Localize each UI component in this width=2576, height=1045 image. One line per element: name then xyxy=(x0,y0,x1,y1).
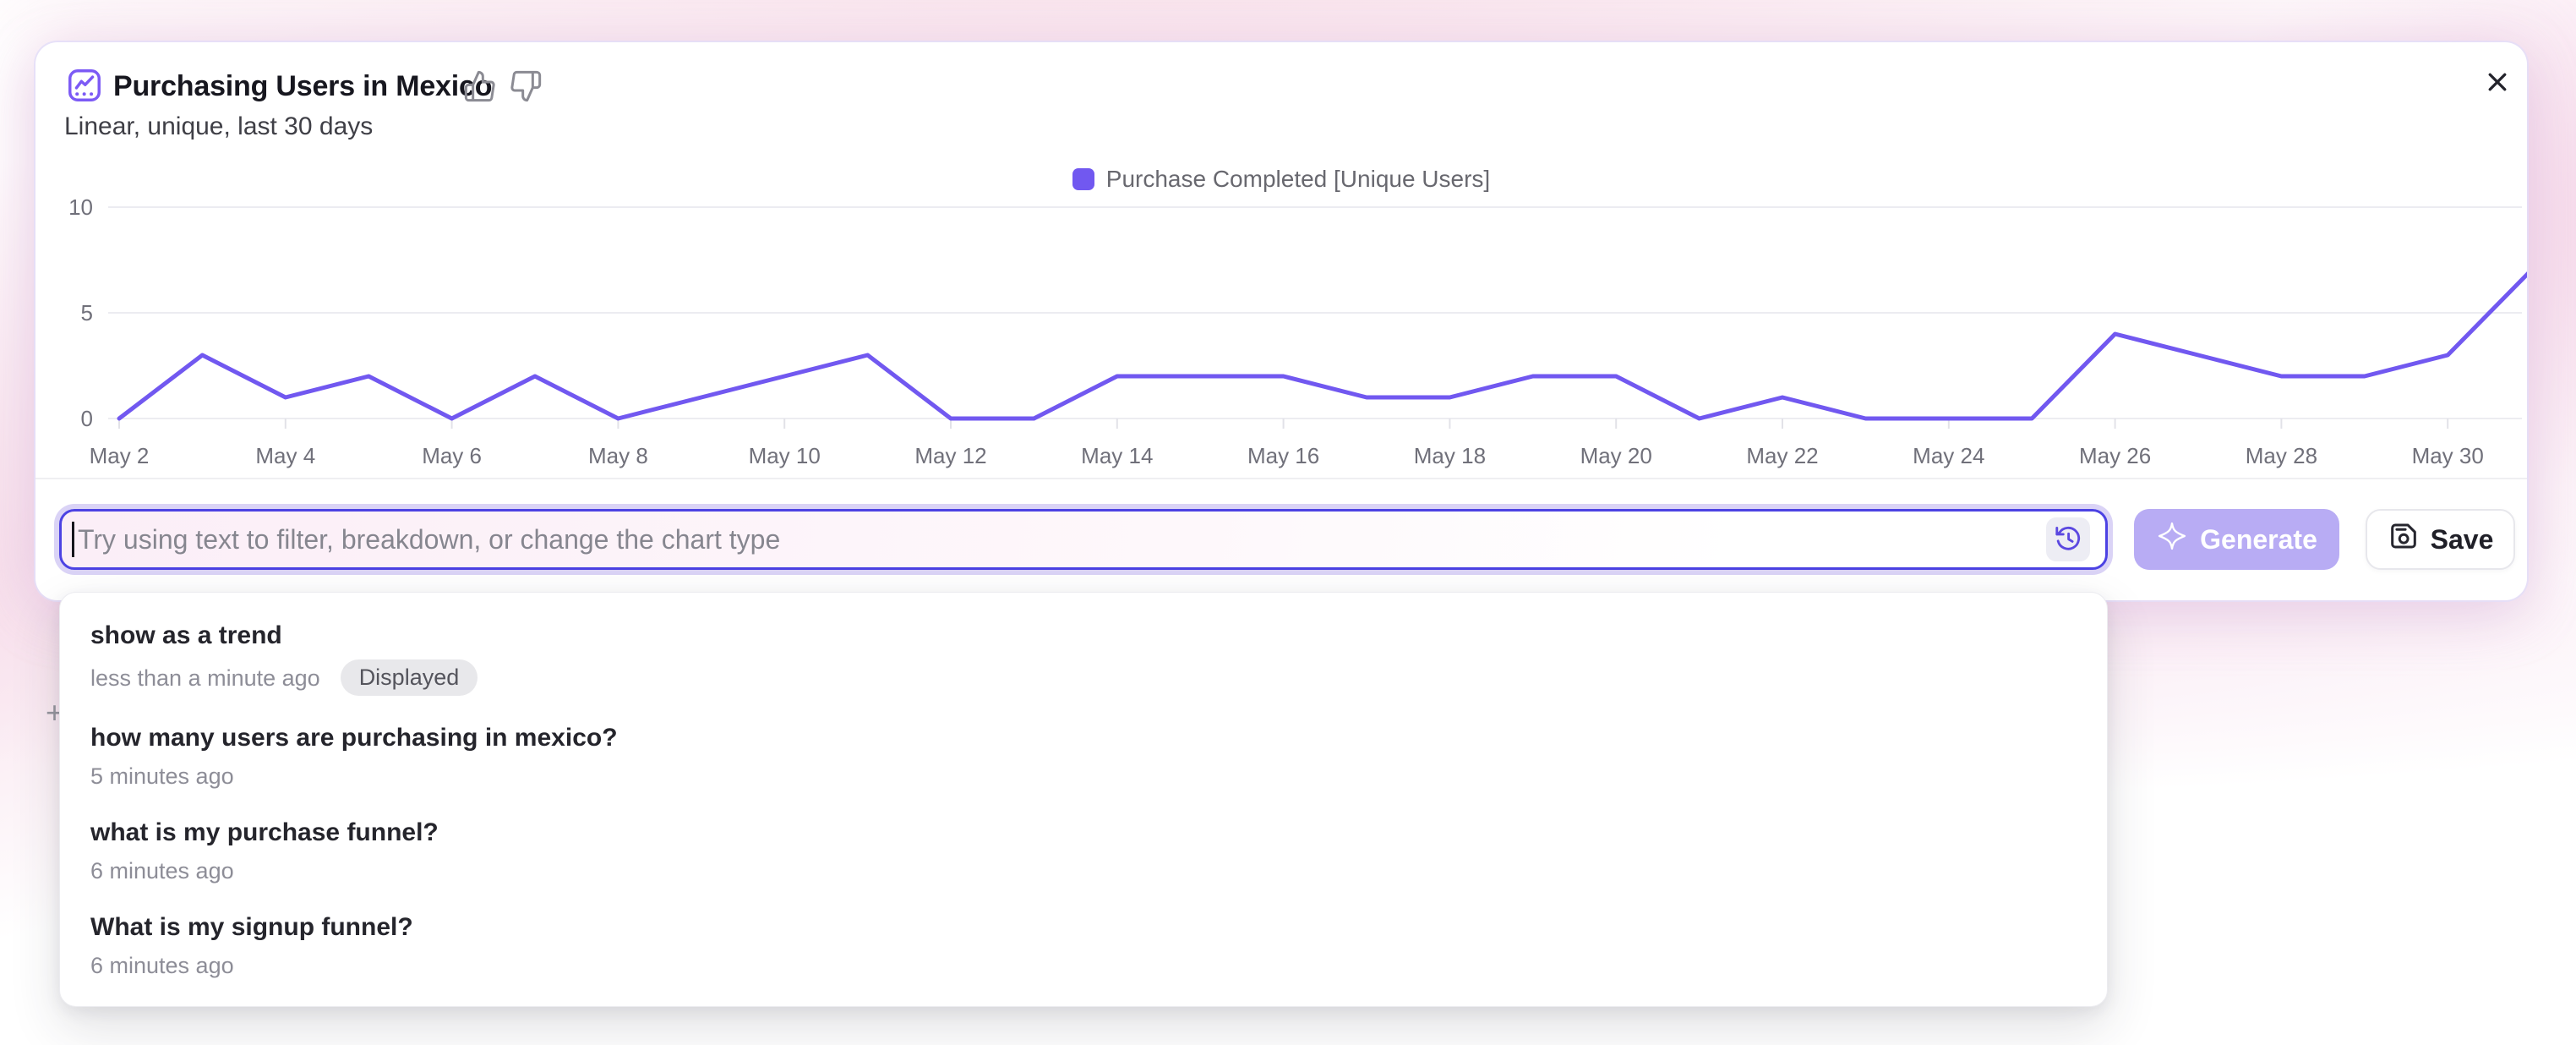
page-background: Purchasing Users in Mexico Linear xyxy=(0,0,2576,1045)
trend-line xyxy=(119,271,2527,419)
prompt-input[interactable] xyxy=(59,509,2108,570)
x-tick-label: May 12 xyxy=(914,443,986,468)
chart-subtitle: Linear, unique, last 30 days xyxy=(64,112,373,142)
history-item-title: What is my signup funnel? xyxy=(90,911,2077,944)
x-tick-label: May 8 xyxy=(588,443,648,468)
y-tick-label: 0 xyxy=(81,406,93,431)
history-item[interactable]: What is my signup funnel? 6 minutes ago xyxy=(60,898,2107,993)
save-button-label: Save xyxy=(2431,524,2494,555)
generate-button[interactable]: Generate xyxy=(2134,509,2339,570)
text-caret xyxy=(72,522,74,557)
x-tick-label: May 22 xyxy=(1746,443,1818,468)
page-title: Purchasing Users in Mexico xyxy=(113,68,492,105)
history-clock-icon xyxy=(2053,523,2083,556)
history-item-time: 5 minutes ago xyxy=(90,762,234,791)
prompt-text-field[interactable] xyxy=(76,513,2105,566)
x-tick-label: May 6 xyxy=(422,443,482,468)
y-tick-label: 5 xyxy=(81,300,93,326)
x-tick-label: May 2 xyxy=(90,443,150,468)
x-tick-label: May 26 xyxy=(2079,443,2151,468)
close-icon xyxy=(2480,90,2515,102)
history-item[interactable]: show as a trend less than a minute ago D… xyxy=(60,606,2107,709)
close-button[interactable] xyxy=(2480,64,2515,100)
x-tick-label: May 24 xyxy=(1913,443,1984,468)
history-item-title: what is my purchase funnel? xyxy=(90,816,2077,850)
x-tick-label: May 30 xyxy=(2412,443,2484,468)
x-tick-label: May 28 xyxy=(2246,443,2317,468)
history-dropdown: show as a trend less than a minute ago D… xyxy=(59,592,2108,1007)
history-item-time: less than a minute ago xyxy=(90,664,320,692)
save-floppy-icon xyxy=(2388,520,2420,559)
x-tick-label: May 14 xyxy=(1081,443,1153,468)
history-button[interactable] xyxy=(2046,517,2090,561)
generate-button-label: Generate xyxy=(2200,524,2317,555)
thumbs-up-button[interactable] xyxy=(463,69,497,103)
thumbs-down-button[interactable] xyxy=(509,69,543,103)
x-tick-label: May 4 xyxy=(255,443,315,468)
history-item[interactable]: how many users are purchasing in mexico?… xyxy=(60,709,2107,803)
history-item-time: 6 minutes ago xyxy=(90,856,234,885)
sparkle-icon xyxy=(2156,520,2188,559)
history-item-title: how many users are purchasing in mexico? xyxy=(90,721,2077,755)
x-tick-label: May 20 xyxy=(1580,443,1652,468)
history-item-title: show as a trend xyxy=(90,619,2077,653)
trend-chart-icon xyxy=(66,67,103,104)
x-tick-label: May 16 xyxy=(1247,443,1319,468)
displayed-badge: Displayed xyxy=(341,659,478,696)
x-tick-label: May 10 xyxy=(749,443,821,468)
chart-prompt-divider xyxy=(35,478,2527,479)
history-item[interactable]: what is my purchase funnel? 6 minutes ag… xyxy=(60,803,2107,898)
thumbs-down-icon xyxy=(509,93,543,106)
trend-chart-svg: 0 5 10 May 2 May 4 May 6 May 8 May 10 May 12 May … xyxy=(35,169,2527,490)
insight-card: Purchasing Users in Mexico Linear xyxy=(35,42,2527,600)
save-button[interactable]: Save xyxy=(2366,509,2515,570)
x-tick-label: May 18 xyxy=(1414,443,1486,468)
y-tick-label: 10 xyxy=(68,194,93,220)
thumbs-up-icon xyxy=(463,93,497,106)
history-item-time: 6 minutes ago xyxy=(90,951,234,980)
